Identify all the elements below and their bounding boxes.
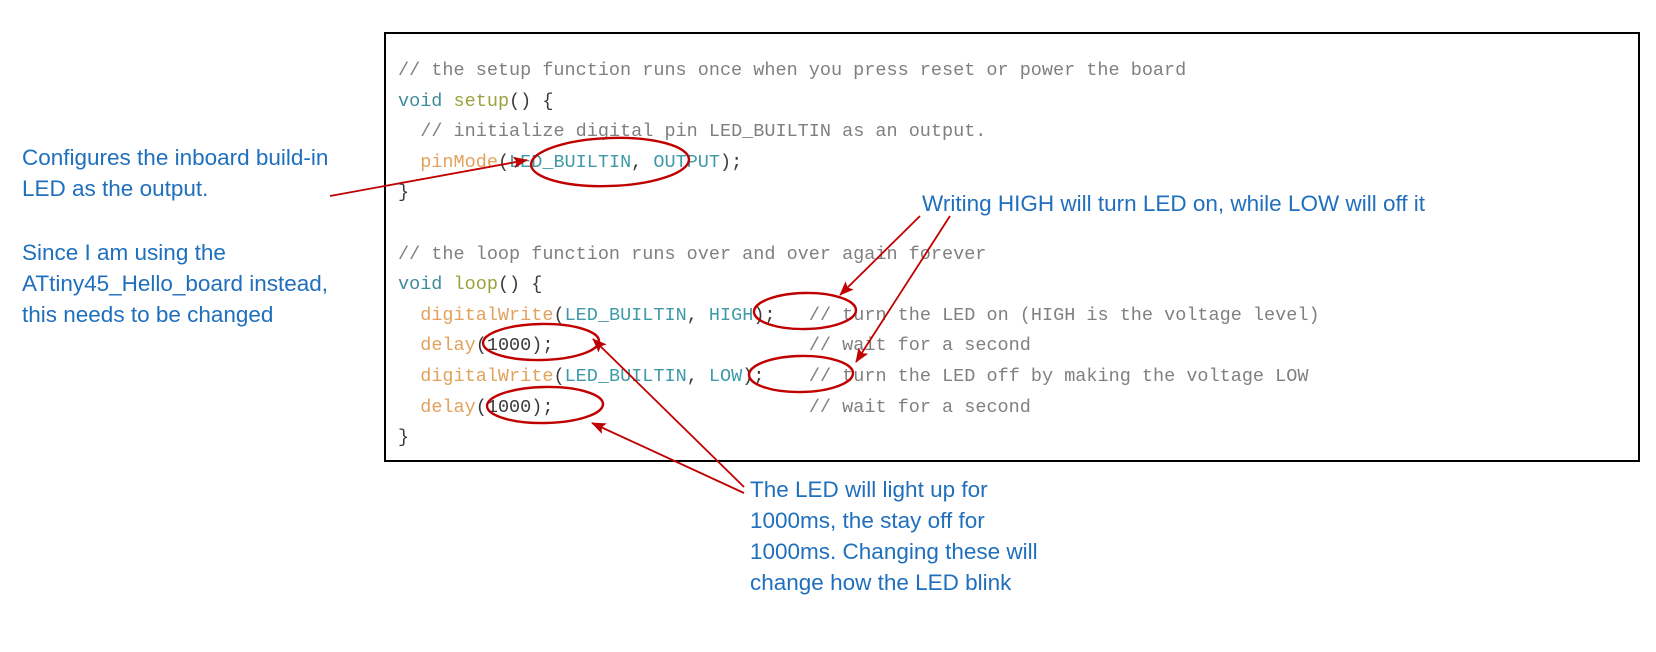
code-token: delay [420,335,476,357]
code-token: // initialize digital pin LED_BUILTIN as… [420,121,987,143]
code-token: LOW [708,365,743,387]
code-token: // turn the LED on (HIGH is the voltage … [808,304,1320,326]
code-token: ( [475,335,487,357]
code-token: } [398,182,410,204]
code-line: digitalWrite(LED_BUILTIN, HIGH); // turn… [398,301,1320,332]
code-line: void loop() { [398,270,1320,301]
code-token: ); [531,335,554,357]
code-line: // the setup function runs once when you… [398,56,1320,87]
annotation-configures-builtin-led: Configures the inboard build-in LED as t… [22,145,329,201]
code-line: delay(1000); // wait for a second [398,393,1320,424]
code-token: LED_BUILTIN [564,304,687,326]
code-token: ); [531,396,554,418]
code-token: // wait for a second [808,335,1031,357]
code-line: // the loop function runs over and over … [398,240,1320,271]
code-line: delay(1000); // wait for a second [398,331,1320,362]
code-token: HIGH [708,304,754,326]
code-token: ); [720,151,743,173]
code-token: OUTPUT [653,151,721,173]
code-token: ( [553,304,565,326]
code-token: void [398,90,443,112]
figure-canvas: // the setup function runs once when you… [0,0,1656,652]
code-box: // the setup function runs once when you… [384,32,1640,462]
code-line: void setup() { [398,87,1320,118]
code-token: digitalWrite [420,365,554,387]
code-token: 1000 [486,335,532,357]
code-line: } [398,423,1320,454]
code-token: ); [742,365,765,387]
code-line: pinMode(LED_BUILTIN, OUTPUT); [398,148,1320,179]
annotation-blink-timing: The LED will light up for 1000ms, the st… [750,477,1038,595]
code-token: , [686,365,709,387]
code-token: LED_BUILTIN [509,151,632,173]
code-token: pinMode [420,151,498,173]
code-token: setup [453,90,510,112]
code-token: () { [497,274,543,296]
code-token: // the setup function runs once when you… [398,60,1187,81]
code-token: () { [509,90,554,112]
annotation-high-low-behavior: Writing HIGH will turn LED on, while LOW… [922,191,1426,216]
code-token: // wait for a second [808,396,1031,418]
code-token: , [686,304,709,326]
code-token: delay [420,396,476,418]
annotation-attiny45-board-note: Since I am using the ATtiny45_Hello_boar… [22,240,329,327]
code-token: // the loop function runs over and over … [398,243,987,265]
code-token: // turn the LED off by making the voltag… [808,365,1309,387]
code-listing: // the setup function runs once when you… [398,56,1320,454]
code-token: } [398,427,410,449]
code-token: digitalWrite [420,304,554,326]
code-token: void [398,274,443,296]
code-token: 1000 [486,396,532,418]
code-token: loop [453,274,498,296]
code-token: ( [497,151,510,173]
code-line: // initialize digital pin LED_BUILTIN as… [398,117,1320,148]
code-token: LED_BUILTIN [564,365,687,387]
code-token: , [631,151,654,173]
code-token: ( [475,396,487,418]
code-token: ( [553,365,565,387]
code-line: digitalWrite(LED_BUILTIN, LOW); // turn … [398,362,1320,393]
code-token: ); [753,304,776,326]
